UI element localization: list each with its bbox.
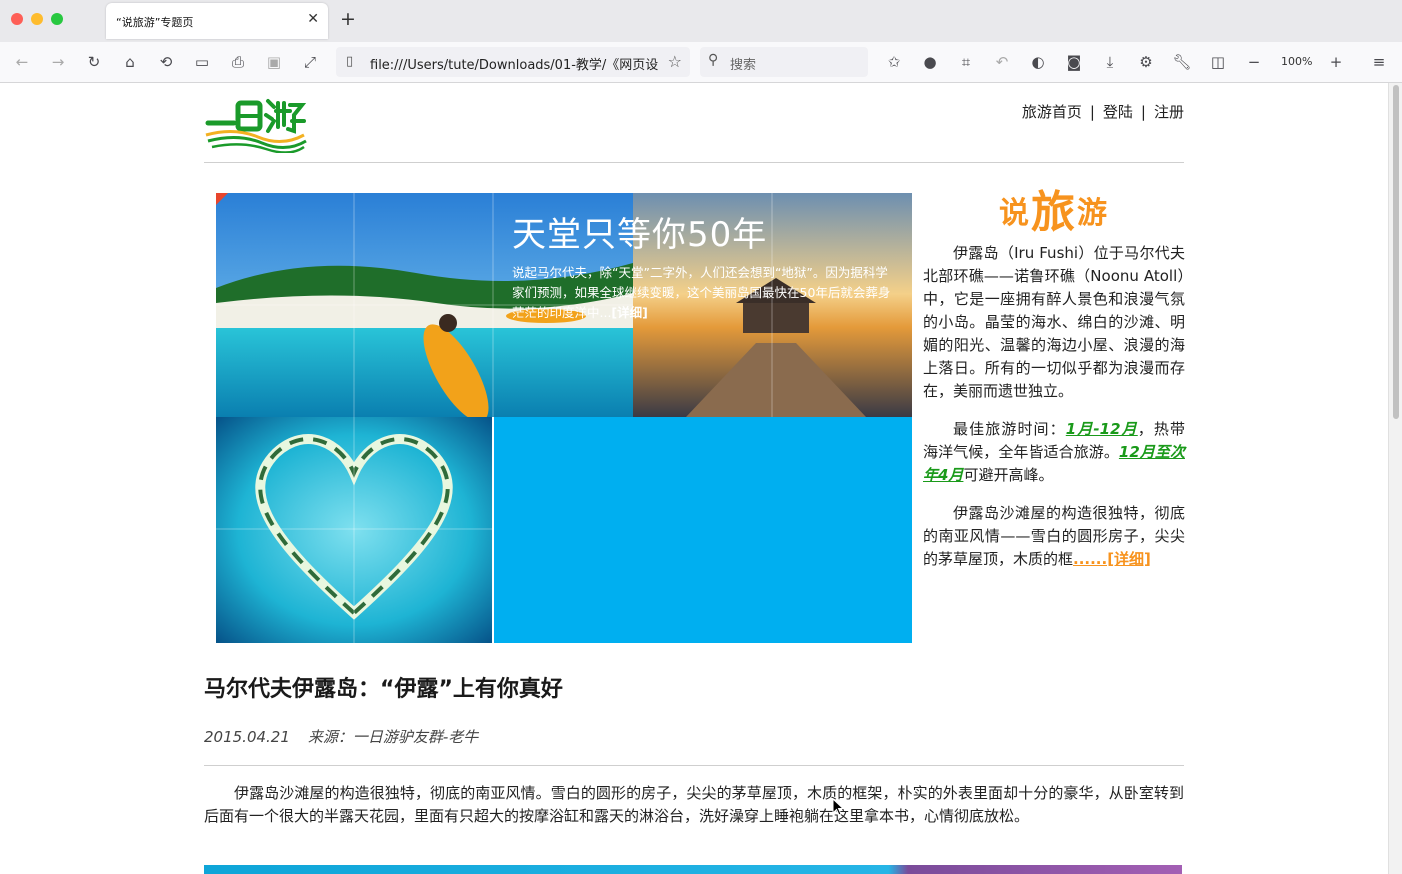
article-meta: 2015.04.21 来源：一日游驴友群-老牛 xyxy=(204,726,478,747)
best-time-link[interactable]: 1月-12月 xyxy=(1066,420,1138,438)
history-icon[interactable]: ⟲ xyxy=(154,50,178,74)
header-divider xyxy=(204,162,1184,163)
search-box[interactable]: ⚲ 搜索 xyxy=(700,47,868,77)
page-icon: ▯ xyxy=(346,54,354,69)
banner-photo-collage xyxy=(216,193,912,643)
home-icon[interactable]: ⌂ xyxy=(118,50,142,74)
sidebar-paragraph: 最佳旅游时间：1月-12月，热带海洋气候，全年皆适合旅游。12月至次年4月可避开… xyxy=(923,418,1185,487)
settings-gear-icon[interactable]: ⚙ xyxy=(1134,50,1158,74)
search-placeholder: 搜索 xyxy=(730,58,757,73)
banner-title: 天堂只等你50年 xyxy=(512,215,768,255)
sidebar-title-char: 说 xyxy=(999,196,1031,231)
sidebar-title-char: 旅 xyxy=(1031,187,1077,238)
nav-login-link[interactable]: 登陆 xyxy=(1103,103,1133,121)
article-divider xyxy=(204,765,1184,766)
article-image xyxy=(204,865,1182,874)
zoom-out-icon[interactable]: − xyxy=(1242,50,1266,74)
download-icon[interactable]: ⤓ xyxy=(1098,50,1122,74)
forward-arrow-icon[interactable]: → xyxy=(46,50,70,74)
minimize-window-button[interactable] xyxy=(31,13,43,25)
article-source: 来源：一日游驴友群-老牛 xyxy=(307,728,479,746)
zoom-in-icon[interactable]: + xyxy=(1324,50,1348,74)
nav-home-link[interactable]: 旅游首页 xyxy=(1022,103,1082,121)
sidebar-title: 说旅游 xyxy=(923,185,1185,242)
article-date: 2015.04.21 xyxy=(204,728,290,746)
site-logo[interactable] xyxy=(204,95,308,153)
sidebar-title-char: 游 xyxy=(1077,196,1109,231)
sidebar-toggle-icon[interactable]: ◫ xyxy=(1206,50,1230,74)
zoom-level[interactable]: 100% xyxy=(1281,55,1312,68)
pocket-icon[interactable]: ✩ xyxy=(882,50,906,74)
sidebar: 说旅游 伊露岛（Iru Fushi）位于马尔代夫北部环礁——诺鲁环礁（Noonu… xyxy=(923,185,1185,586)
reload-icon[interactable]: ↻ xyxy=(82,50,106,74)
sidebar-more-link[interactable]: ......[详细] xyxy=(1073,550,1151,568)
bookmark-star-icon[interactable]: ☆ xyxy=(668,52,682,71)
close-window-button[interactable] xyxy=(11,13,23,25)
back-arrow-icon[interactable]: ← xyxy=(10,50,34,74)
article-body: 伊露岛沙滩屋的构造很独特，彻底的南亚风情。雪白的圆形的房子，尖尖的茅草屋顶，木质… xyxy=(204,784,1184,825)
sidebar-paragraph: 伊露岛沙滩屋的构造很独特，彻底的南亚风情——雪白的圆形房子，尖尖的茅草屋顶，木质… xyxy=(923,502,1185,571)
sidebar-text: 最佳旅游时间： xyxy=(953,420,1066,438)
nav-separator: | xyxy=(1089,103,1095,121)
url-text[interactable]: file:///Users/tute/Downloads/01-教学/《网页设 xyxy=(370,54,660,73)
nav-register-link[interactable]: 注册 xyxy=(1154,103,1184,121)
extensions-icon[interactable]: ◐ xyxy=(1026,50,1050,74)
search-icon: ⚲ xyxy=(708,52,719,68)
banner-text-body: 说起马尔代夫，除“天堂”二字外，人们还会想到“地狱”。因为据科学家们预测，如果全… xyxy=(512,265,891,320)
print-icon[interactable]: ⎙ xyxy=(226,50,250,74)
sidebar-paragraph: 伊露岛（Iru Fushi）位于马尔代夫北部环礁——诺鲁环礁（Noonu Ato… xyxy=(923,244,1185,400)
article-title: 马尔代夫伊露岛：“伊露”上有你真好 xyxy=(204,677,563,702)
browser-tab[interactable]: “说旅游”专题页 ✕ xyxy=(106,3,328,39)
zoom-window-button[interactable] xyxy=(51,13,63,25)
nav-separator: | xyxy=(1140,103,1146,121)
new-tab-button[interactable]: + xyxy=(340,8,356,30)
banner-more-link[interactable]: [详细] xyxy=(611,305,647,320)
address-bar[interactable]: ▯ file:///Users/tute/Downloads/01-教学/《网页… xyxy=(336,47,690,77)
browser-toolbar: ← → ↻ ⌂ ⟲ ▭ ⎙ ▣ ⤢ ▯ file:///Users/tute/D… xyxy=(0,42,1402,83)
sidebar-text: 可避开高峰。 xyxy=(963,466,1054,484)
save-page-icon[interactable]: ▣ xyxy=(262,50,286,74)
fullscreen-icon[interactable]: ⤢ xyxy=(298,50,322,74)
page-viewport: 旅游首页 | 登陆 | 注册 天堂只等你50年 说起马尔代夫，除“天堂”二字外，… xyxy=(0,83,1388,874)
account-icon[interactable]: ● xyxy=(918,50,942,74)
menu-hamburger-icon[interactable]: ≡ xyxy=(1367,50,1391,74)
undo-icon[interactable]: ↶ xyxy=(990,50,1014,74)
page-scrollbar[interactable] xyxy=(1388,83,1402,874)
scrollbar-thumb[interactable] xyxy=(1393,85,1399,419)
tab-title: “说旅游”专题页 xyxy=(116,16,194,29)
close-tab-icon[interactable]: ✕ xyxy=(307,11,319,27)
folder-icon[interactable]: ▭ xyxy=(190,50,214,74)
banner[interactable]: 天堂只等你50年 说起马尔代夫，除“天堂”二字外，人们还会想到“地狱”。因为据科… xyxy=(216,193,912,643)
containers-icon[interactable]: ◙ xyxy=(1062,50,1086,74)
devtools-wrench-icon[interactable]: 🔧︎ xyxy=(1170,50,1194,74)
window-titlebar: “说旅游”专题页 ✕ + xyxy=(0,0,1402,42)
banner-text: 说起马尔代夫，除“天堂”二字外，人们还会想到“地狱”。因为据科学家们预测，如果全… xyxy=(512,263,898,323)
screenshot-crop-icon[interactable]: ⌗ xyxy=(954,50,978,74)
mouse-cursor-icon xyxy=(832,798,844,816)
top-nav: 旅游首页 | 登陆 | 注册 xyxy=(1022,101,1184,122)
